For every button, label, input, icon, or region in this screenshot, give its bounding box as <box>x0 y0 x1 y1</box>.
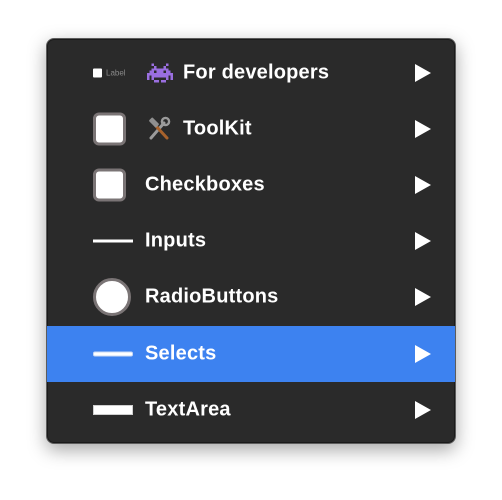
textarea-preview-icon <box>93 405 133 415</box>
hammer-and-wrench-emoji-icon <box>149 116 171 140</box>
menu-item-label: Inputs <box>145 229 207 252</box>
radio-preview-icon <box>93 278 131 316</box>
space-invader-emoji-icon <box>147 63 173 83</box>
submenu-arrow-icon <box>415 120 431 138</box>
menu-item-textarea[interactable]: TextArea <box>47 382 455 438</box>
menu-item-label: Checkboxes <box>145 173 265 196</box>
submenu-arrow-icon <box>415 288 431 306</box>
menu-item-label: For developers <box>183 61 330 84</box>
checkbox-preview-icon <box>93 68 102 78</box>
menu-item-selects[interactable]: Selects <box>47 326 455 382</box>
submenu-arrow-icon <box>415 64 431 82</box>
submenu-arrow-icon <box>415 232 431 250</box>
menu-item-label: RadioButtons <box>145 285 279 308</box>
menu-item-checkboxes[interactable]: Checkboxes <box>47 157 455 213</box>
menu-item-inputs[interactable]: Inputs <box>47 213 455 269</box>
menu-item-label: Selects <box>145 342 217 365</box>
context-menu: Label For developers ToolKit Checkboxes … <box>46 38 456 444</box>
menu-item-label: ToolKit <box>183 117 252 140</box>
menu-item-toolkit[interactable]: ToolKit <box>47 101 455 157</box>
checkbox-preview-icon <box>93 168 126 202</box>
preview-label: Label <box>106 68 126 78</box>
menu-item-for-developers[interactable]: Label For developers <box>47 45 455 101</box>
input-preview-icon <box>93 239 133 243</box>
submenu-arrow-icon <box>415 345 431 363</box>
checkbox-preview-icon <box>93 112 126 146</box>
select-preview-icon <box>93 351 133 357</box>
menu-item-label: TextArea <box>145 398 231 421</box>
submenu-arrow-icon <box>415 176 431 194</box>
submenu-arrow-icon <box>415 401 431 419</box>
menu-item-radiobuttons[interactable]: RadioButtons <box>47 269 455 325</box>
